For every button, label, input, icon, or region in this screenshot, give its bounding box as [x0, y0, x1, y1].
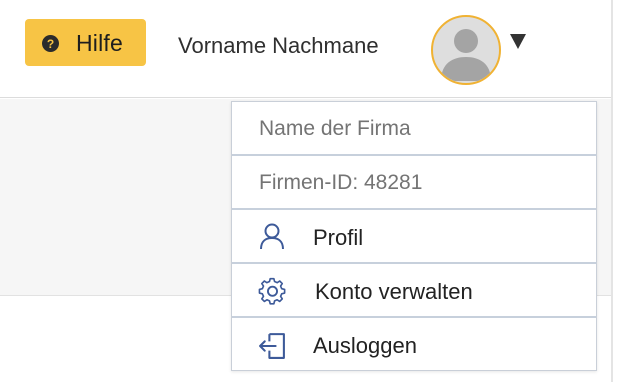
question-mark-icon: ? [42, 35, 59, 52]
company-id: Firmen-ID: 48281 [259, 171, 423, 194]
top-header: ? Hilfe Vorname Nachmane [0, 0, 612, 98]
gear-icon [258, 277, 286, 305]
user-icon [260, 223, 284, 250]
scrollbar-track [611, 0, 613, 382]
menu-item-label: Konto verwalten [315, 279, 473, 304]
help-button[interactable]: ? Hilfe [25, 19, 146, 66]
user-dropdown-menu: Name der Firma Firmen-ID: 48281 Profil K… [231, 101, 597, 371]
help-button-label: Hilfe [76, 30, 124, 56]
menu-item-konto-verwalten[interactable]: Konto verwalten [232, 264, 596, 318]
user-name: Vorname Nachmane [178, 33, 379, 58]
menu-item-label: Profil [313, 225, 364, 250]
page: ? Hilfe Vorname Nachmane Name der Firma … [0, 0, 618, 382]
company-name: Name der Firma [259, 117, 411, 140]
company-id-row: Firmen-ID: 48281 [232, 156, 596, 210]
menu-item-profil[interactable]: Profil [232, 210, 596, 264]
menu-item-label: Ausloggen [313, 333, 417, 358]
logout-icon [259, 333, 285, 359]
user-silhouette-icon [441, 29, 491, 81]
avatar[interactable] [431, 15, 501, 85]
dropdown-caret-icon[interactable] [510, 34, 526, 49]
company-name-row: Name der Firma [232, 102, 596, 156]
menu-item-ausloggen[interactable]: Ausloggen [232, 318, 596, 372]
